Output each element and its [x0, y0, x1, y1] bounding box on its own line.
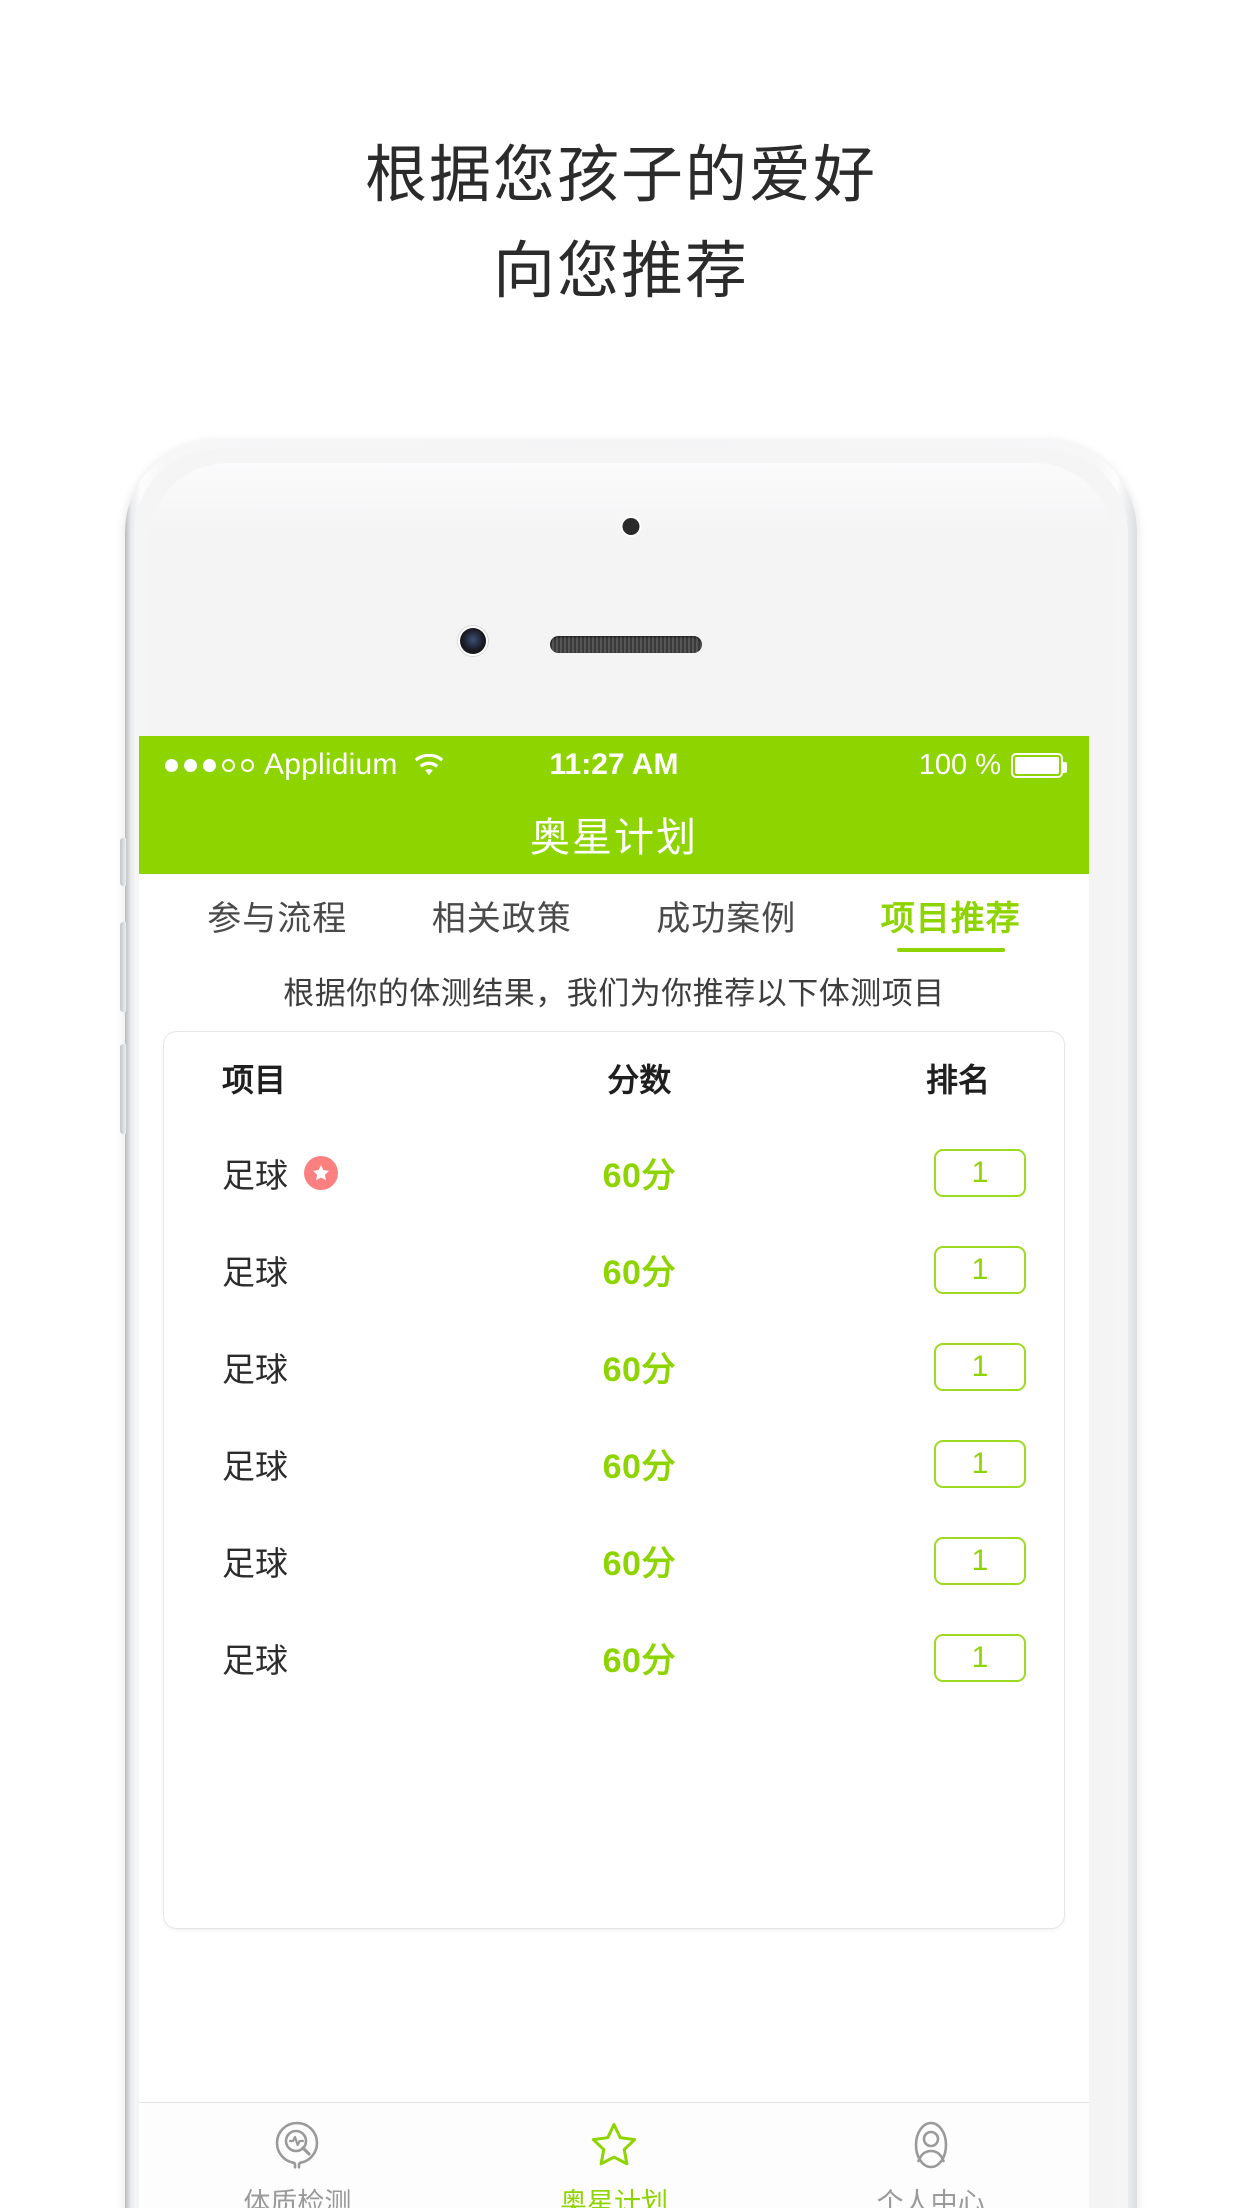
status-bar-right: 100 %: [918, 748, 1067, 782]
rank-badge[interactable]: 1: [934, 1245, 1026, 1294]
front-camera-icon: [460, 628, 486, 654]
earpiece-speaker-icon: [550, 636, 702, 653]
tab-success-cases[interactable]: 成功案例: [614, 879, 839, 956]
item-label: 足球: [222, 1544, 288, 1582]
score-value: 60分: [602, 1254, 676, 1292]
volume-up-button[interactable]: [120, 922, 126, 1012]
rank-badge[interactable]: 1: [934, 1536, 1026, 1585]
section-tabs: 参与流程 相关政策 成功案例 项目推荐: [139, 874, 1089, 960]
bottom-tab-fitness-test[interactable]: 体质检测: [139, 2117, 456, 2208]
row-item-cell: 足球: [192, 1634, 496, 1682]
row-item-cell: 足球: [192, 1246, 496, 1294]
row-item-cell: 足球: [192, 1440, 496, 1488]
table-row[interactable]: 足球 60分 1: [164, 1512, 1064, 1609]
item-label: 足球: [222, 1253, 288, 1291]
row-score-cell: 60分: [496, 1439, 783, 1488]
recommendation-subtitle: 根据你的体测结果，我们为你推荐以下体测项目: [283, 976, 945, 1011]
fitness-scan-icon: [269, 2117, 325, 2173]
proximity-sensor-icon: [622, 518, 640, 535]
row-score-cell: 60分: [496, 1245, 783, 1294]
column-header-score: 分数: [607, 1062, 672, 1098]
item-label: 足球: [222, 1350, 288, 1388]
score-value: 60分: [602, 1351, 676, 1389]
status-bar-left: Applidium: [165, 748, 444, 782]
table-row[interactable]: 足球 60分 1: [164, 1221, 1064, 1318]
rank-badge[interactable]: 1: [934, 1439, 1026, 1488]
row-item-cell: 足球: [192, 1343, 496, 1391]
rank-badge[interactable]: 1: [934, 1148, 1026, 1197]
row-rank-cell: 1: [783, 1245, 1036, 1294]
headline-line-1: 根据您孩子的爱好: [364, 141, 877, 210]
tab-related-policy[interactable]: 相关政策: [390, 879, 615, 956]
row-rank-cell: 1: [783, 1439, 1036, 1488]
wifi-icon: [414, 753, 444, 777]
tab-project-recommendation[interactable]: 项目推荐: [839, 879, 1064, 956]
carrier-label: Applidium: [264, 748, 398, 781]
battery-full-icon: [1011, 752, 1067, 778]
mute-switch[interactable]: [120, 838, 126, 886]
table-row[interactable]: 足球 60分 1: [164, 1318, 1064, 1415]
row-rank-cell: 1: [783, 1633, 1036, 1682]
score-value: 60分: [602, 1642, 676, 1680]
volume-down-button[interactable]: [120, 1044, 126, 1134]
tab-participation-process[interactable]: 参与流程: [165, 879, 390, 956]
item-label: 足球: [222, 1156, 288, 1194]
row-rank-cell: 1: [783, 1342, 1036, 1391]
star-icon: [586, 2117, 642, 2173]
bottom-tab-aoxing-plan[interactable]: 奥星计划: [456, 2117, 773, 2208]
app-navbar: 奥星计划: [139, 794, 1089, 874]
page-root: 根据您孩子的爱好 向您推荐 Applidium 11:27 AM 100 % 奥…: [0, 0, 1242, 2208]
status-bar: Applidium 11:27 AM 100 %: [139, 736, 1089, 794]
item-label: 足球: [222, 1641, 288, 1679]
bottom-tab-label: 体质检测: [243, 2188, 352, 2208]
star-badge-icon: [304, 1155, 338, 1190]
column-header-item: 项目: [222, 1062, 287, 1098]
item-label: 足球: [222, 1447, 288, 1485]
row-rank-cell: 1: [783, 1148, 1036, 1197]
recommendation-card: 项目 分数 排名 足球 60分 1 足球 60分 1 足球 60分 1 足球 6…: [163, 1031, 1065, 1929]
row-item-cell: 足球: [192, 1537, 496, 1585]
table-row[interactable]: 足球 60分 1: [164, 1124, 1064, 1221]
score-value: 60分: [602, 1157, 676, 1195]
score-value: 60分: [602, 1545, 676, 1583]
row-score-cell: 60分: [496, 1148, 783, 1197]
headline-line-2: 向您推荐: [492, 237, 749, 306]
signal-strength-icon: [165, 758, 254, 772]
column-header-rank: 排名: [925, 1062, 990, 1098]
bottom-tab-bar: 体质检测 奥星计划 个人中心: [139, 2102, 1089, 2208]
row-score-cell: 60分: [496, 1342, 783, 1391]
phone-mockup: Applidium 11:27 AM 100 % 奥星计划 参与流程 相关政策 …: [120, 440, 1137, 2208]
rank-badge[interactable]: 1: [934, 1633, 1026, 1682]
row-score-cell: 60分: [496, 1536, 783, 1585]
device-screen: Applidium 11:27 AM 100 % 奥星计划 参与流程 相关政策 …: [139, 736, 1089, 2208]
battery-percent-label: 100 %: [918, 748, 1001, 781]
rank-badge[interactable]: 1: [934, 1342, 1026, 1391]
row-score-cell: 60分: [496, 1633, 783, 1682]
bottom-tab-label: 奥星计划: [560, 2188, 668, 2208]
table-row[interactable]: 足球 60分 1: [164, 1415, 1064, 1512]
row-item-cell: 足球: [192, 1149, 496, 1197]
page-title: 奥星计划: [530, 816, 698, 860]
score-value: 60分: [602, 1448, 676, 1486]
bottom-tab-label: 个人中心: [876, 2188, 985, 2208]
table-header-row: 项目 分数 排名: [164, 1032, 1064, 1124]
recommendation-table: 项目 分数 排名 足球 60分 1 足球 60分 1 足球 60分 1 足球 6…: [164, 1032, 1064, 1706]
person-icon: [903, 2117, 959, 2173]
bottom-tab-profile[interactable]: 个人中心: [772, 2117, 1089, 2208]
marketing-headline: 根据您孩子的爱好 向您推荐: [0, 128, 1242, 320]
row-rank-cell: 1: [783, 1536, 1036, 1585]
table-row[interactable]: 足球 60分 1: [164, 1609, 1064, 1706]
